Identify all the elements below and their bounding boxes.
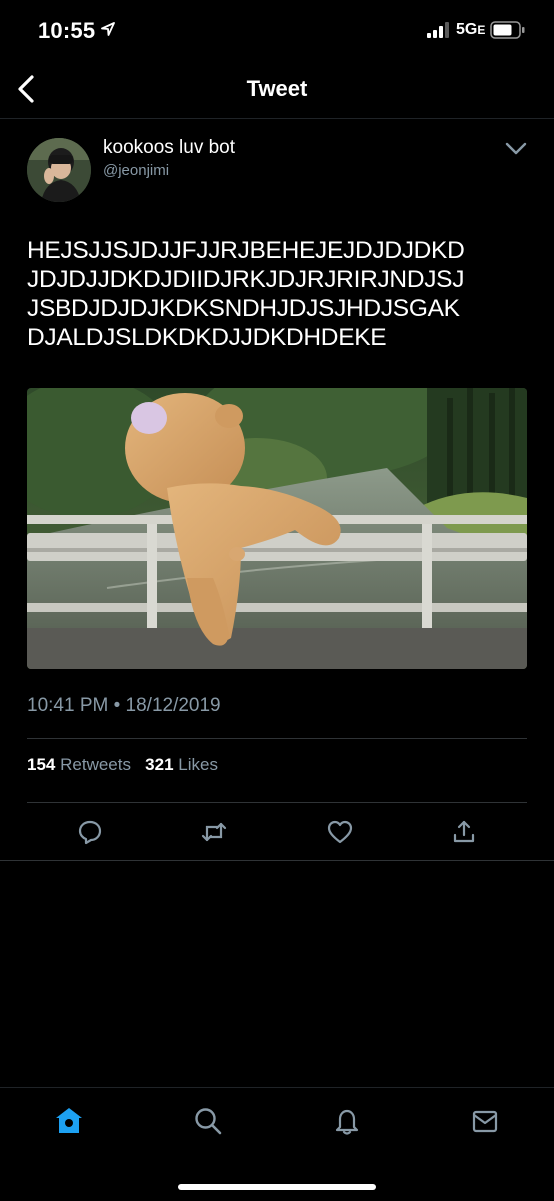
home-icon[interactable]	[54, 1106, 84, 1136]
search-icon[interactable]	[193, 1106, 223, 1136]
bell-icon[interactable]	[332, 1106, 362, 1136]
chevron-down-icon[interactable]	[500, 134, 532, 162]
network-type: 5GE	[456, 21, 486, 38]
tweet-text-line: JDJDJJDKDJDIIDJRKJDJRJRIRJNDJSJ	[27, 266, 465, 293]
battery-icon	[490, 21, 525, 39]
signal-strength-icon	[427, 22, 449, 38]
nav-bar: Tweet	[0, 60, 554, 119]
location-arrow-icon	[101, 22, 115, 36]
heart-icon[interactable]	[326, 818, 354, 846]
tweet-media-image[interactable]	[27, 388, 527, 669]
home-indicator	[178, 1184, 376, 1190]
status-bar: 10:55 5GE	[0, 0, 554, 60]
tweet-text-line: JSBDJDJDJKDKSNDHJDJSJHDJSGAK	[27, 295, 460, 322]
tweet-stats: 154 Retweets 321 Likes	[27, 755, 218, 775]
display-name[interactable]: kookoos luv bot	[103, 137, 235, 159]
share-icon[interactable]	[450, 818, 478, 846]
tab-bar	[0, 1087, 554, 1201]
status-time: 10:55	[38, 18, 96, 43]
likes-label: Likes	[178, 755, 218, 774]
likes-count: 321	[145, 755, 174, 774]
divider	[0, 860, 554, 861]
user-handle[interactable]: @jeonjimi	[103, 162, 169, 179]
divider	[27, 738, 527, 739]
likes-stat[interactable]: 321 Likes	[145, 755, 218, 774]
reply-icon[interactable]	[76, 818, 104, 846]
tweet-text-line: DJALDJSLDKDKDJJDKDHDEKE	[27, 324, 387, 351]
tweet-text: HEJSJJSJDJJFJJRJBEHEJEJDJDJDKD JDJDJJDKD…	[27, 236, 532, 352]
tweet-text-line: HEJSJJSJDJJFJJRJBEHEJEJDJDJDKD	[27, 237, 465, 264]
retweet-icon[interactable]	[200, 818, 228, 846]
retweets-count: 154	[27, 755, 56, 774]
page-title: Tweet	[246, 76, 308, 101]
tweet-timestamp: 10:41 PM • 18/12/2019	[27, 695, 221, 716]
retweets-stat[interactable]: 154 Retweets	[27, 755, 131, 774]
envelope-icon[interactable]	[470, 1106, 500, 1136]
avatar-image	[27, 138, 91, 202]
divider	[27, 802, 527, 803]
plush-bear-photo	[27, 388, 527, 669]
avatar[interactable]	[27, 138, 91, 202]
retweets-label: Retweets	[60, 755, 131, 774]
